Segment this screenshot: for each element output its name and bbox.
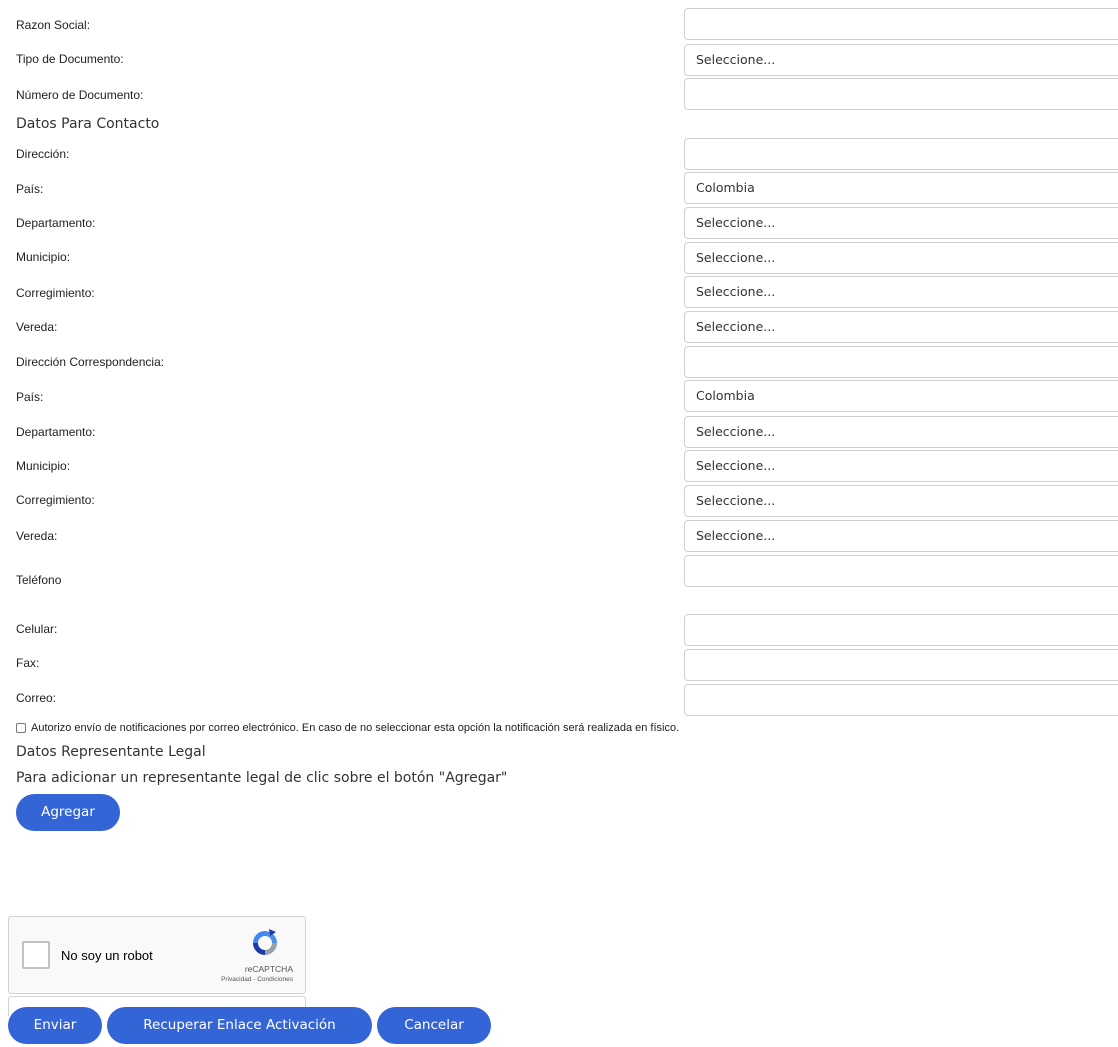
recaptcha-widget: No soy un robot reCAPTCHA Privacidad - C… <box>8 916 306 994</box>
legal-rep-section-title: Datos Representante Legal <box>16 744 206 760</box>
vereda-label: Vereda: <box>16 320 58 334</box>
email-consent[interactable]: Autorizo envío de notificaciones por cor… <box>16 722 679 734</box>
direccion-input[interactable] <box>684 138 1118 170</box>
telefono-input[interactable] <box>684 555 1118 587</box>
recaptcha-brand: reCAPTCHA <box>244 964 293 974</box>
departamento-select[interactable]: Seleccione... <box>684 207 1118 239</box>
cancel-button[interactable]: Cancelar <box>377 1007 491 1044</box>
email-consent-text: Autorizo envío de notificaciones por cor… <box>31 722 680 734</box>
departamento-label: Departamento: <box>16 216 96 230</box>
recaptcha-icon <box>253 929 277 955</box>
pais-correspondencia-label: País: <box>16 390 44 404</box>
direccion-label: Dirección: <box>16 147 70 161</box>
direccion-correspondencia-input[interactable] <box>684 346 1118 378</box>
numero-documento-label: Número de Documento: <box>16 88 144 102</box>
correo-label: Correo: <box>16 691 57 705</box>
recaptcha-checkbox[interactable] <box>22 941 50 969</box>
celular-label: Celular: <box>16 622 58 636</box>
direccion-correspondencia-label: Dirección Correspondencia: <box>16 355 165 369</box>
telefono-label: Teléfono <box>16 573 62 587</box>
legal-rep-instructions: Para adicionar un representante legal de… <box>16 770 508 786</box>
submit-button[interactable]: Enviar <box>8 1007 102 1044</box>
corregimiento-select[interactable]: Seleccione... <box>684 276 1118 308</box>
recaptcha-label: No soy un robot <box>61 948 153 963</box>
departamento-correspondencia-label: Departamento: <box>16 425 96 439</box>
tipo-documento-select[interactable]: Seleccione... <box>684 44 1118 76</box>
pais-label: País: <box>16 182 44 196</box>
vereda-correspondencia-label: Vereda: <box>16 529 58 543</box>
celular-input[interactable] <box>684 614 1118 646</box>
municipio-select[interactable]: Seleccione... <box>684 242 1118 274</box>
municipio-correspondencia-label: Municipio: <box>16 459 71 473</box>
corregimiento-label: Corregimiento: <box>16 286 95 300</box>
add-legal-rep-button[interactable]: Agregar <box>16 794 120 831</box>
municipio-correspondencia-select[interactable]: Seleccione... <box>684 450 1118 482</box>
contact-section-title: Datos Para Contacto <box>16 116 160 132</box>
fax-input[interactable] <box>684 649 1118 681</box>
recover-activation-link-button[interactable]: Recuperar Enlace Activación <box>107 1007 372 1044</box>
razon-social-input[interactable] <box>684 8 1118 40</box>
email-consent-checkbox[interactable] <box>16 723 26 733</box>
correo-input[interactable] <box>684 684 1118 716</box>
vereda-correspondencia-select[interactable]: Seleccione... <box>684 520 1118 552</box>
pais-select[interactable]: Colombia <box>684 172 1118 204</box>
pais-correspondencia-select[interactable]: Colombia <box>684 380 1118 412</box>
departamento-correspondencia-select[interactable]: Seleccione... <box>684 416 1118 448</box>
fax-label: Fax: <box>16 656 40 670</box>
corregimiento-correspondencia-select[interactable]: Seleccione... <box>684 485 1118 517</box>
corregimiento-correspondencia-label: Corregimiento: <box>16 493 95 507</box>
recaptcha-links[interactable]: Privacidad - Condiciones <box>221 976 293 983</box>
razon-social-label: Razon Social: <box>16 18 91 32</box>
vereda-select[interactable]: Seleccione... <box>684 311 1118 343</box>
municipio-label: Municipio: <box>16 250 71 264</box>
numero-documento-input[interactable] <box>684 78 1118 110</box>
tipo-documento-label: Tipo de Documento: <box>16 52 124 66</box>
